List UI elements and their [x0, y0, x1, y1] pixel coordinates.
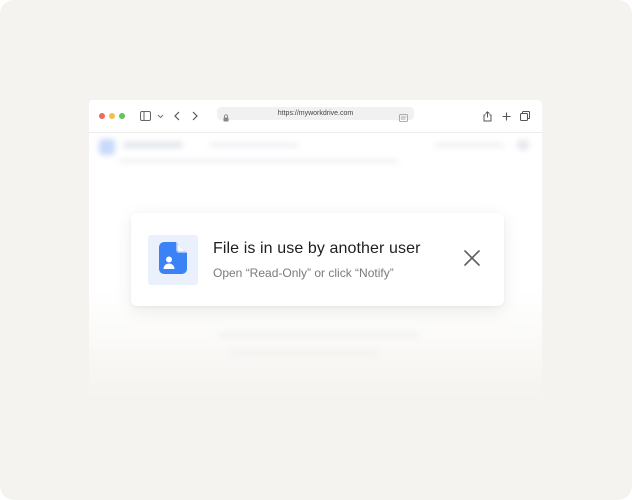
address-bar[interactable]: https://myworkdrive.com — [217, 107, 414, 122]
browser-toolbar: https://myworkdrive.com — [89, 100, 542, 133]
close-button[interactable] — [461, 249, 483, 271]
url-text: https://myworkdrive.com — [277, 110, 354, 117]
reader-icon[interactable] — [399, 109, 408, 127]
chevron-down-icon[interactable] — [152, 108, 168, 124]
minimize-window-button[interactable] — [109, 113, 115, 119]
file-in-use-dialog: File is in use by another user Open “Rea… — [131, 213, 504, 306]
new-tab-icon[interactable] — [498, 108, 514, 124]
forward-icon[interactable] — [187, 108, 203, 124]
share-icon[interactable] — [479, 108, 495, 124]
close-icon — [463, 249, 481, 272]
file-user-icon — [159, 241, 187, 279]
dialog-title: File is in use by another user — [213, 240, 421, 257]
bottom-fade — [89, 290, 542, 400]
illustration-card: https://myworkdrive.com File is in use b… — [0, 0, 632, 500]
file-tile — [148, 235, 198, 285]
back-icon[interactable] — [169, 108, 185, 124]
close-window-button[interactable] — [99, 113, 105, 119]
tab-overview-icon[interactable] — [517, 108, 533, 124]
sidebar-icon[interactable] — [137, 108, 153, 124]
maximize-window-button[interactable] — [119, 113, 125, 119]
dialog-subtitle: Open “Read-Only” or click “Notify” — [213, 266, 394, 280]
